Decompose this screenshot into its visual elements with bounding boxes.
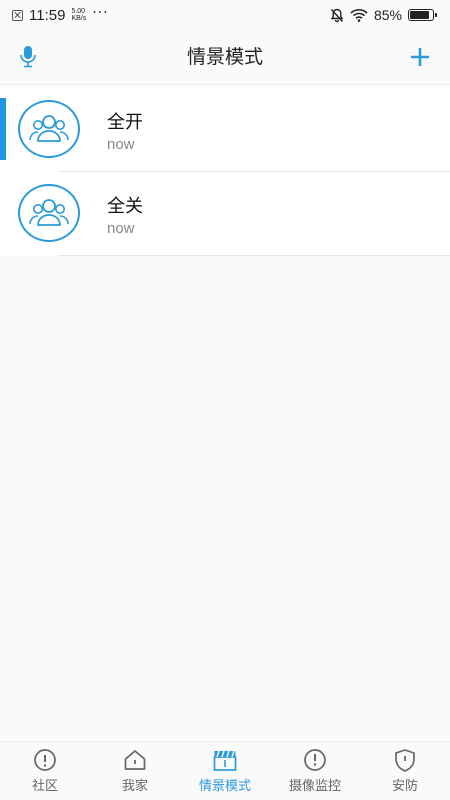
divider [58, 255, 450, 256]
scene-subtitle: now [107, 136, 135, 153]
group-icon [29, 199, 69, 226]
plus-icon [411, 48, 429, 66]
battery-icon [408, 9, 437, 21]
home-icon [122, 748, 148, 772]
wifi-icon [350, 9, 368, 22]
scene-subtitle: now [107, 220, 135, 237]
notification-icon [12, 9, 23, 21]
more-notifications-icon: ··· [92, 5, 109, 21]
screen: 11:59 5.00 KB/s ··· 85% 情景模式 全开 now 全关 n… [0, 0, 450, 800]
scene-list: 全开 now 全关 now [0, 88, 450, 256]
bell-off-icon [330, 8, 344, 22]
camera-alert-icon [302, 748, 328, 772]
scene-title: 全开 [107, 112, 143, 133]
status-right: 85% [330, 0, 437, 30]
network-speed-unit: KB/s [71, 15, 87, 22]
group-icon [29, 115, 69, 142]
nav-item-scene-mode[interactable]: 情景模式 [180, 742, 270, 800]
clapperboard-icon [212, 748, 238, 772]
page-title: 情景模式 [186, 46, 263, 68]
status-bar: 11:59 5.00 KB/s ··· 85% [0, 0, 450, 30]
app-header: 情景模式 [0, 30, 450, 85]
add-scene-button[interactable] [408, 44, 432, 70]
network-speed-value: 5.00 [71, 8, 86, 15]
nav-label: 情景模式 [198, 779, 251, 794]
scene-avatar [18, 184, 80, 242]
nav-label: 我家 [121, 779, 148, 794]
nav-item-camera[interactable]: 摄像监控 [270, 742, 360, 800]
voice-button[interactable] [16, 44, 40, 70]
battery-percent: 85% [373, 7, 402, 23]
network-speed: 5.00 KB/s [71, 8, 86, 22]
info-circle-icon [32, 748, 58, 772]
microphone-icon [20, 46, 36, 68]
nav-label: 安防 [391, 779, 418, 794]
nav-label: 社区 [31, 779, 58, 794]
selected-indicator [0, 98, 6, 160]
scene-item-all-on[interactable]: 全开 now [0, 88, 450, 172]
scene-item-all-off[interactable]: 全关 now [0, 172, 450, 256]
status-time: 11:59 [29, 6, 66, 24]
nav-item-home[interactable]: 我家 [90, 742, 180, 800]
status-left: 11:59 5.00 KB/s ··· [12, 0, 109, 30]
nav-item-community[interactable]: 社区 [0, 742, 90, 800]
scene-avatar [18, 100, 80, 158]
scene-title: 全关 [107, 196, 143, 217]
nav-label: 摄像监控 [288, 779, 341, 794]
shield-icon [392, 748, 418, 772]
bottom-nav: 社区 我家 情景模式 摄像监控 安防 [0, 741, 450, 800]
nav-item-security[interactable]: 安防 [360, 742, 450, 800]
